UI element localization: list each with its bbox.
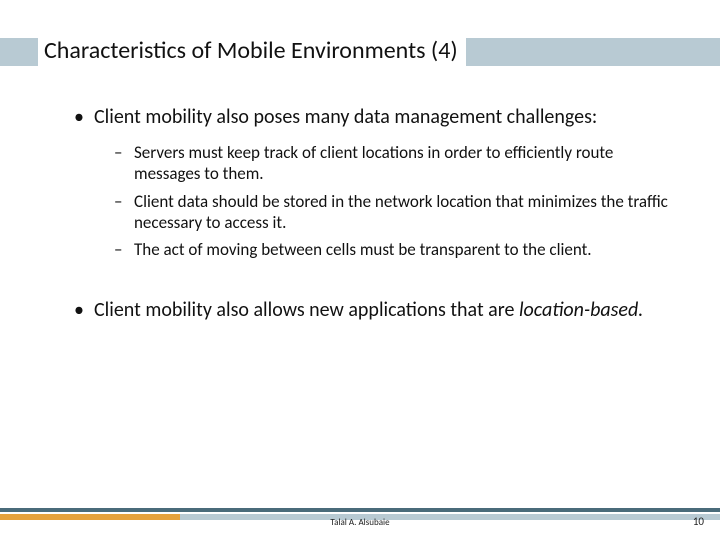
spacer xyxy=(70,274,670,298)
title-bar: Characteristics of Mobile Environments (… xyxy=(0,30,720,70)
sub-bullet-text: Client data should be stored in the netw… xyxy=(134,191,668,233)
sub-bullet-item: The act of moving between cells must be … xyxy=(112,239,670,260)
title-wrap: Characteristics of Mobile Environments (… xyxy=(38,36,466,65)
page-title: Characteristics of Mobile Environments (… xyxy=(44,36,458,65)
slide-footer: Talal A. Alsubaie 10 xyxy=(0,504,720,530)
bullet-item: Client mobility also poses many data man… xyxy=(70,105,670,260)
slide-content: Client mobility also poses many data man… xyxy=(70,105,670,337)
title-accent-right xyxy=(466,38,720,66)
bullet-item: Client mobility also allows new applicat… xyxy=(70,298,670,323)
sub-bullet-list: Servers must keep track of client locati… xyxy=(112,142,670,260)
footer-band-dark xyxy=(0,508,720,512)
title-accent-left xyxy=(0,38,38,66)
page-number: 10 xyxy=(693,515,704,528)
sub-bullet-item: Client data should be stored in the netw… xyxy=(112,191,670,234)
sub-bullet-text: The act of moving between cells must be … xyxy=(134,239,592,260)
bullet-list: Client mobility also allows new applicat… xyxy=(70,298,670,323)
bullet-text: Client mobility also poses many data man… xyxy=(94,105,597,129)
sub-bullet-text: Servers must keep track of client locati… xyxy=(134,142,613,184)
footer-author: Talal A. Alsubaie xyxy=(0,517,720,528)
bullet-text: Client mobility also allows new applicat… xyxy=(94,298,519,322)
sub-bullet-item: Servers must keep track of client locati… xyxy=(112,142,670,185)
bullet-list: Client mobility also poses many data man… xyxy=(70,105,670,260)
slide: Characteristics of Mobile Environments (… xyxy=(0,0,720,540)
bullet-text-italic: location-based. xyxy=(519,298,643,322)
